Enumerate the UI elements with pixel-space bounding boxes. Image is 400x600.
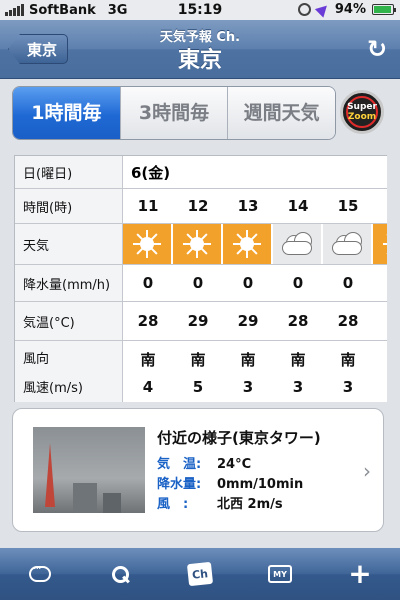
rain-cell: 0 <box>342 274 354 292</box>
speech-bubble-icon <box>29 562 51 582</box>
status-bar: SoftBank 3G 15:19 94% <box>0 0 400 20</box>
battery-percent: 94% <box>334 2 366 17</box>
segment-tab-1[interactable]: 1時間毎 <box>13 87 120 139</box>
tab-my-channel[interactable]: MY <box>240 548 320 600</box>
wind-cell: 南 <box>373 341 387 402</box>
nearby-temp-value: 24°C <box>217 457 252 472</box>
navigation-bar: 東京 天気予報 Ch. 東京 ↻ <box>0 20 400 79</box>
rain-cell: 0 <box>192 274 204 292</box>
wind-speed: 4 <box>142 377 154 396</box>
hour-cell: 14 <box>287 197 309 215</box>
wind-speed: 3 <box>292 377 304 396</box>
row-label-date: 日(曜日) <box>15 156 123 188</box>
hour-cell: 15 <box>337 197 359 215</box>
wind-direction: 南 <box>290 350 306 369</box>
row-label-rain: 降水量(mm/h) <box>15 265 123 301</box>
my-tv-icon: MY <box>268 565 292 583</box>
nearby-wind-value: 北西 2m/s <box>217 497 283 512</box>
wind-speed: 3 <box>342 377 354 396</box>
hour-cell: 12 <box>187 197 209 215</box>
table-row-hour: 時間(時) 11 12 13 14 15 <box>15 189 387 224</box>
sun-icon <box>182 229 212 259</box>
table-row-temperature: 気温(°C) 28 29 29 28 28 <box>15 302 387 341</box>
wind-direction: 南 <box>240 350 256 369</box>
tab-bar: Ch MY + <box>0 548 400 600</box>
wind-direction: 南 <box>140 350 156 369</box>
live-camera-image <box>33 427 145 513</box>
row-label-temperature: 気温(°C) <box>15 302 123 340</box>
wind-cell: 南3 <box>223 341 273 402</box>
wind-speed: 5 <box>192 377 204 396</box>
row-label-wind-direction: 風向 <box>23 352 50 367</box>
rain-cell: 0 <box>242 274 254 292</box>
wind-cell: 南5 <box>173 341 223 402</box>
temperature-cell: 28 <box>287 312 309 330</box>
wind-cell: 南3 <box>323 341 373 402</box>
table-row-wind: 風向 風速(m/s) 南4南5南3南3南3南 <box>15 341 387 402</box>
tab-search[interactable] <box>80 548 160 600</box>
hour-cell: 11 <box>137 197 159 215</box>
tab-comments[interactable] <box>0 548 80 600</box>
tab-add[interactable]: + <box>320 548 400 600</box>
segment-tab-2[interactable]: 3時間毎 <box>119 87 228 139</box>
temperature-cell: 28 <box>137 312 159 330</box>
sun-icon <box>382 229 387 259</box>
table-row-rain: 降水量(mm/h) 0 0 0 0 0 <box>15 265 387 302</box>
cloud-icon <box>329 232 365 256</box>
plus-icon: + <box>348 557 372 590</box>
tab-channel[interactable]: Ch <box>160 548 240 600</box>
row-label-weather: 天気 <box>15 224 123 264</box>
superzoom-label-zoom: Zoom <box>347 112 377 122</box>
rotation-lock-icon <box>297 3 311 16</box>
search-icon <box>110 564 130 584</box>
nearby-rain-value: 0mm/10min <box>217 477 304 492</box>
location-icon <box>314 1 332 18</box>
table-row-date: 日(曜日) 6(金) <box>15 156 387 189</box>
temperature-cell: 28 <box>337 312 359 330</box>
row-label-wind-speed: 風速(m/s) <box>23 381 83 396</box>
cloud-icon <box>279 232 315 256</box>
temperature-cell: 29 <box>237 312 259 330</box>
nearby-temp-label: 気 温: <box>157 457 202 472</box>
segment-tab-3[interactable]: 週間天気 <box>227 87 335 139</box>
wind-direction: 南 <box>340 350 356 369</box>
sun-icon <box>132 229 162 259</box>
hour-cell: 13 <box>237 197 259 215</box>
cloudy-cell <box>323 224 373 264</box>
wind-cell: 南3 <box>273 341 323 402</box>
nearby-title: 付近の様子(東京タワー) <box>157 429 321 447</box>
sunny-cell <box>173 224 223 264</box>
superzoom-button[interactable]: Super Zoom <box>340 90 384 134</box>
wind-speed: 3 <box>242 377 254 396</box>
row-label-hour: 時間(時) <box>15 189 123 223</box>
refresh-icon[interactable]: ↻ <box>364 36 390 62</box>
temperature-cell: 29 <box>187 312 209 330</box>
wind-cell: 南4 <box>123 341 173 402</box>
rain-cell: 0 <box>292 274 304 292</box>
sunny-cell <box>223 224 273 264</box>
sun-icon <box>232 229 262 259</box>
nearby-rain-label: 降水量: <box>157 477 202 492</box>
nearby-conditions-card[interactable]: 付近の様子(東京タワー) 気 温: 24°C 降水量: 0mm/10min 風 : 北… <box>12 408 384 532</box>
sunny-cell <box>123 224 173 264</box>
battery-icon <box>372 4 396 15</box>
rain-cell: 0 <box>142 274 154 292</box>
superzoom-label-super: Super <box>347 102 377 112</box>
chevron-right-icon: › <box>363 459 371 483</box>
table-row-weather: 天気 <box>15 224 387 265</box>
date-value: 6(金) <box>131 163 171 182</box>
cloudy-cell <box>273 224 323 264</box>
sunny-cell <box>373 224 387 264</box>
forecast-period-selector: 1時間毎 3時間毎 週間天気 <box>12 86 336 140</box>
channel-icon: Ch <box>186 561 214 587</box>
hourly-forecast-table[interactable]: 日(曜日) 6(金) 時間(時) 11 12 13 14 15 天気 降水量(mm/h)… <box>14 155 387 402</box>
nearby-wind-label: 風 : <box>157 497 189 512</box>
wind-direction: 南 <box>190 350 206 369</box>
page-title: 東京 <box>177 48 222 73</box>
